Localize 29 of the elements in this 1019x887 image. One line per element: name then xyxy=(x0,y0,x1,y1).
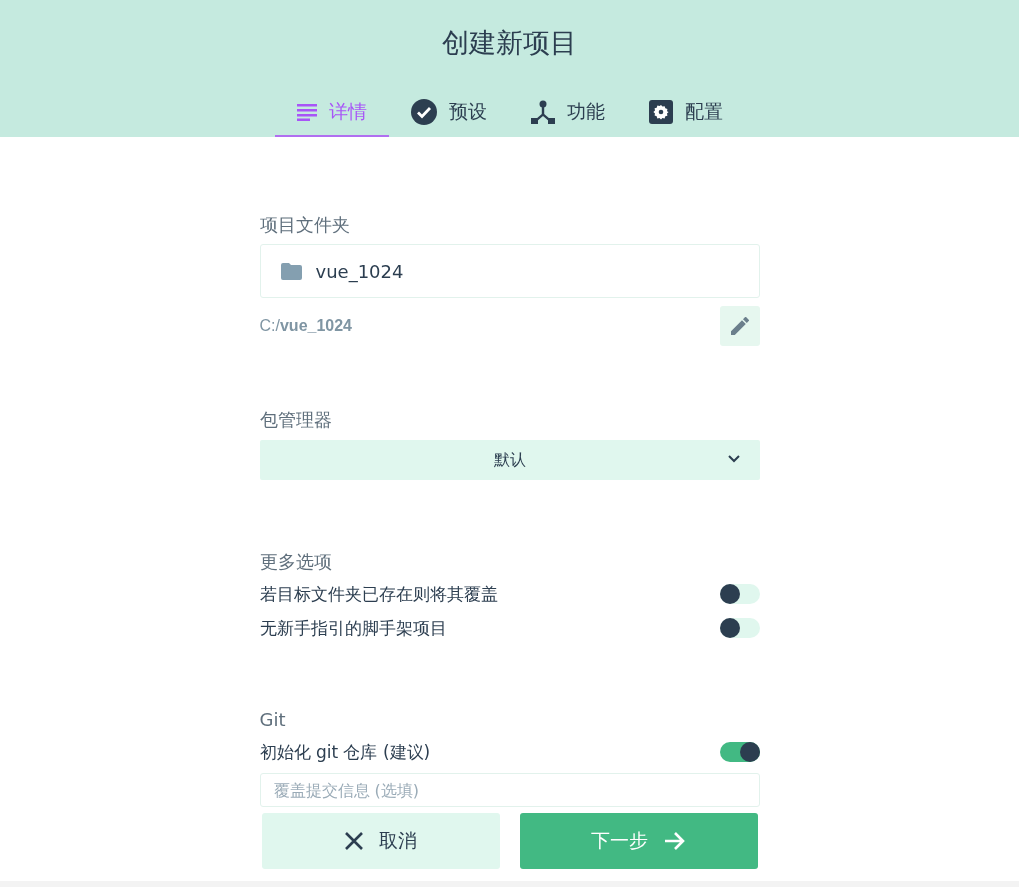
folder-path: C:/vue_1024 xyxy=(259,317,352,335)
pencil-icon xyxy=(730,317,749,335)
field-label: 项目文件夹 xyxy=(259,214,351,236)
folder-icon xyxy=(280,262,302,280)
section-label: 更多选项 xyxy=(259,551,333,573)
chevron-down-icon xyxy=(727,455,740,463)
option-label: 若目标文件夹已存在则将其覆盖 xyxy=(259,582,498,606)
section-label: Git xyxy=(259,709,287,731)
tab[interactable]: 配置 xyxy=(626,89,745,137)
page-title: 创建新项目 xyxy=(441,26,578,60)
option-label: 初始化 git 仓库 (建议) xyxy=(259,740,431,764)
tab[interactable]: 预设 xyxy=(388,89,509,137)
tab[interactable]: 功能 xyxy=(508,89,627,137)
toggle-switch[interactable] xyxy=(719,618,760,638)
close-icon xyxy=(344,832,363,850)
cancel-button[interactable]: 取消 xyxy=(261,813,500,869)
package-manager-select[interactable]: 默认 xyxy=(259,440,760,480)
arrow-right-icon xyxy=(664,831,686,851)
edit-button[interactable] xyxy=(719,306,760,346)
settings-icon xyxy=(648,100,673,124)
toggle-switch[interactable] xyxy=(719,742,760,762)
list-icon xyxy=(296,103,317,121)
folder-field[interactable]: vue_1024 xyxy=(259,244,760,298)
branch-icon xyxy=(530,100,555,124)
toggle-switch[interactable] xyxy=(719,584,760,604)
commit-message-field[interactable]: 覆盖提交信息 (选填) xyxy=(259,773,760,807)
option-label: 无新手指引的脚手架项目 xyxy=(259,616,447,640)
check-circle-icon xyxy=(410,99,437,125)
field-label: 包管理器 xyxy=(259,409,333,431)
